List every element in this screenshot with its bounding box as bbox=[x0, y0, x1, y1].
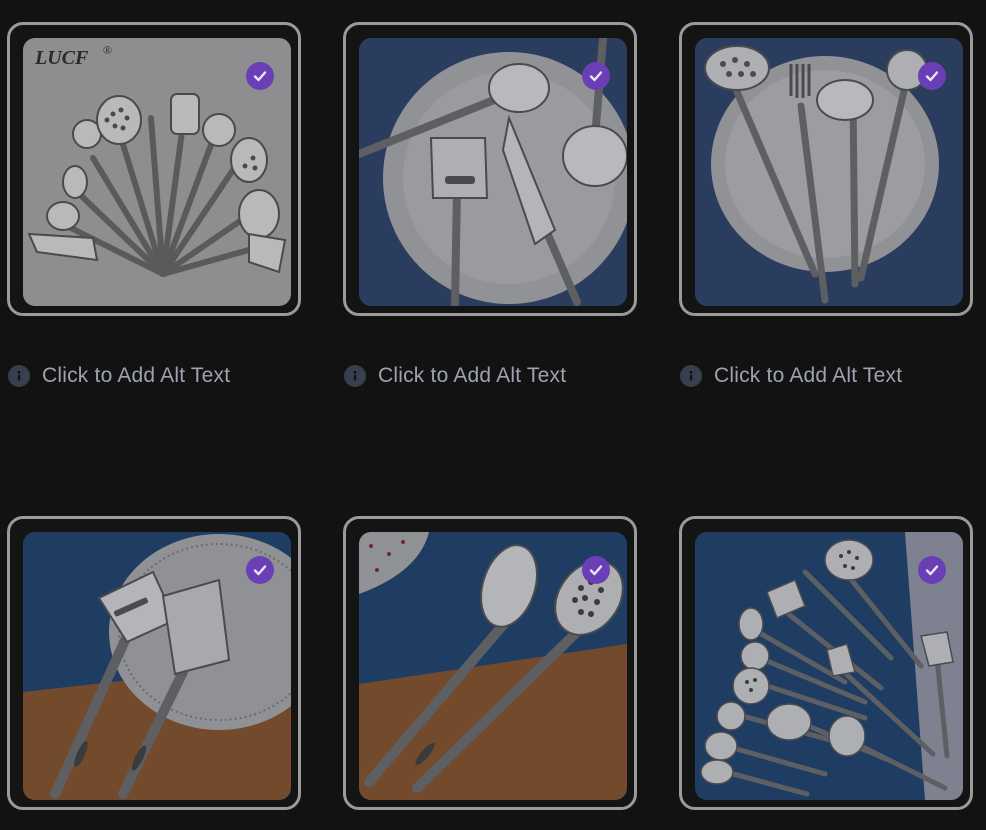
add-alt-text-link-3[interactable]: Click to Add Alt Text bbox=[680, 364, 902, 388]
brand-logo: LUCF bbox=[34, 47, 89, 69]
svg-text:®: ® bbox=[103, 43, 112, 57]
selected-check-icon[interactable] bbox=[582, 556, 610, 584]
info-icon bbox=[344, 365, 366, 387]
add-alt-text-link-2[interactable]: Click to Add Alt Text bbox=[344, 364, 566, 388]
alt-text-label: Click to Add Alt Text bbox=[378, 364, 567, 387]
selected-check-icon[interactable] bbox=[246, 62, 274, 90]
image-card-1[interactable]: LUCF ® bbox=[7, 22, 301, 316]
image-card-3[interactable] bbox=[679, 22, 973, 316]
alt-text-label: Click to Add Alt Text bbox=[714, 364, 903, 387]
selected-check-icon[interactable] bbox=[918, 556, 946, 584]
add-alt-text-link-1[interactable]: Click to Add Alt Text bbox=[8, 364, 230, 388]
alt-text-label: Click to Add Alt Text bbox=[42, 364, 231, 387]
info-icon bbox=[8, 365, 30, 387]
selected-check-icon[interactable] bbox=[246, 556, 274, 584]
image-card-6[interactable] bbox=[679, 516, 973, 810]
image-card-5[interactable] bbox=[343, 516, 637, 810]
selected-check-icon[interactable] bbox=[582, 62, 610, 90]
image-card-2[interactable] bbox=[343, 22, 637, 316]
image-card-4[interactable] bbox=[7, 516, 301, 810]
selected-check-icon[interactable] bbox=[918, 62, 946, 90]
info-icon bbox=[680, 365, 702, 387]
